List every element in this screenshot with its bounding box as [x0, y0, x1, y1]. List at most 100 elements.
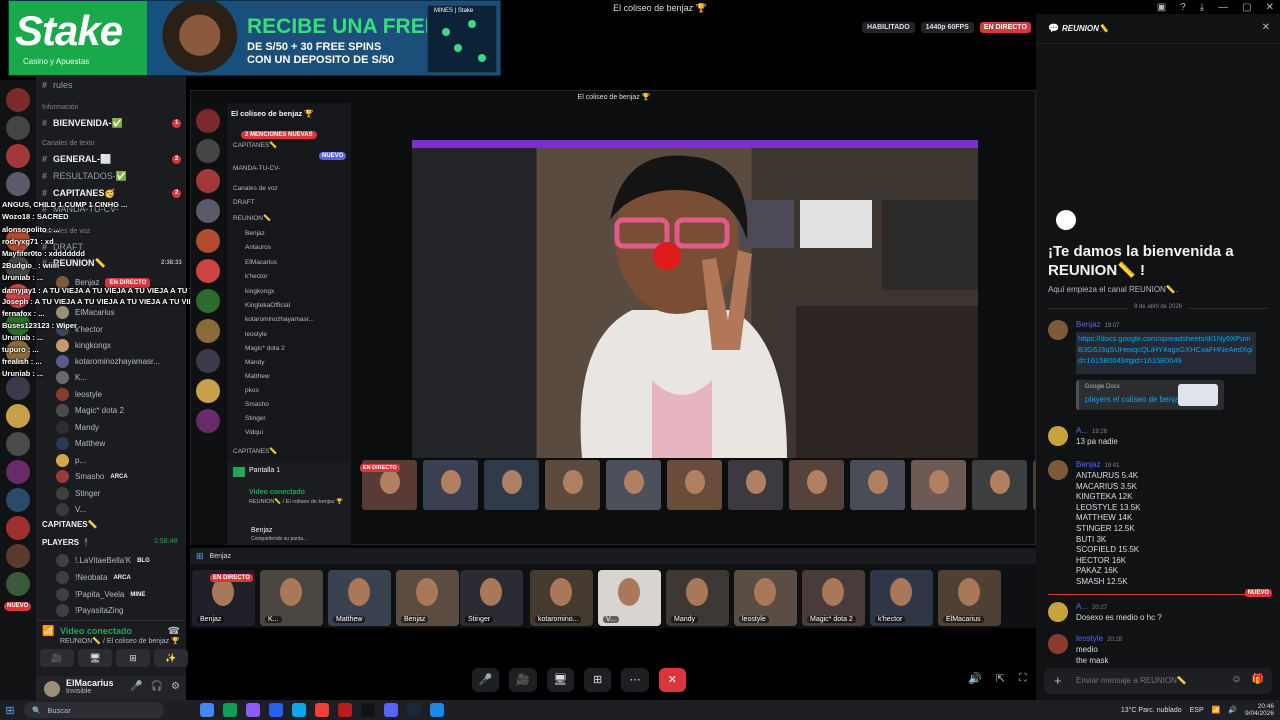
voice-user[interactable]: !.LaVitaeBella'K BLG: [56, 554, 150, 567]
download-icon[interactable]: ⤓: [1200, 2, 1204, 13]
taskbar-search[interactable]: 🔍 Buscar: [24, 702, 164, 718]
participant-tile[interactable]: Mandy: [666, 570, 729, 626]
voice-user[interactable]: !Neobata ARCA: [56, 571, 131, 584]
server-icon[interactable]: [6, 88, 30, 112]
disconnect-icon[interactable]: ☎: [168, 626, 180, 637]
headphones-icon[interactable]: 🎧: [151, 681, 163, 692]
avatar[interactable]: [1048, 602, 1068, 622]
participant-thumbnail[interactable]: [911, 460, 966, 510]
screen-share-toggle[interactable]: 🖥: [546, 668, 574, 692]
main-stream-video[interactable]: [412, 140, 978, 458]
participant-tile[interactable]: kotaromino...: [530, 570, 593, 626]
channel-item[interactable]: # CAPITANES🥳: [42, 188, 116, 199]
avatar[interactable]: [1048, 320, 1068, 340]
message-author[interactable]: Benjaz 19:07: [1076, 320, 1119, 329]
participant-thumbnail[interactable]: [972, 460, 1027, 510]
participant-thumbnail[interactable]: [667, 460, 722, 510]
message-link[interactable]: https://docs.google.com/spreadsheets/d/1…: [1076, 332, 1256, 374]
camera-toggle-button[interactable]: 🎥: [509, 668, 537, 692]
app-icon[interactable]: [338, 703, 352, 717]
server-icon[interactable]: [6, 572, 30, 596]
obs-icon[interactable]: [361, 703, 375, 717]
participant-thumbnail[interactable]: [789, 460, 844, 510]
close-chat-icon[interactable]: ✕: [1262, 22, 1270, 33]
mic-button[interactable]: 🎤: [472, 668, 500, 692]
voice-user[interactable]: V...: [56, 503, 86, 516]
avatar[interactable]: [44, 681, 60, 697]
avatar[interactable]: [1048, 460, 1068, 480]
popout-icon[interactable]: ⇱: [996, 672, 1005, 685]
participant-thumbnail[interactable]: [728, 460, 783, 510]
participant-tile[interactable]: Stinger: [460, 570, 523, 626]
channel-item[interactable]: # RESULTADOS-✅: [42, 171, 127, 182]
clock[interactable]: 20:46 9/04/2026: [1245, 703, 1274, 717]
voice-user[interactable]: Smasho ARCA: [56, 470, 128, 483]
emoji-icon[interactable]: ☺: [1231, 674, 1241, 685]
volume-icon[interactable]: 🔊: [968, 672, 982, 685]
app-icon[interactable]: [292, 703, 306, 717]
chrome-icon[interactable]: [315, 703, 329, 717]
leave-call-button[interactable]: ✕: [658, 668, 686, 692]
fullscreen-icon[interactable]: ⛶: [1019, 672, 1027, 685]
server-icon[interactable]: [6, 376, 30, 400]
server-icon[interactable]: [6, 172, 30, 196]
help-icon[interactable]: ?: [1180, 2, 1186, 13]
start-icon[interactable]: ⊞: [0, 704, 20, 717]
voice-user[interactable]: leostyle: [56, 388, 102, 401]
discord-icon[interactable]: [384, 703, 398, 717]
voice-user[interactable]: Magic* dota 2: [56, 404, 124, 417]
inbox-icon[interactable]: ▣: [1157, 2, 1166, 13]
link-embed[interactable]: Google Docs players el coliseo de benjaz: [1076, 380, 1224, 410]
participant-tile[interactable]: ElMacarius: [938, 570, 1001, 626]
weather-text[interactable]: 13°C Parc. nublado: [1121, 707, 1182, 714]
server-icon[interactable]: [6, 116, 30, 140]
gear-icon[interactable]: ⚙: [171, 681, 180, 692]
soundboard-button[interactable]: ✨: [154, 649, 188, 667]
plus-icon[interactable]: +: [1054, 673, 1062, 688]
app-icon[interactable]: [430, 703, 444, 717]
avatar[interactable]: [1048, 634, 1068, 654]
maximize-button[interactable]: ▢: [1242, 2, 1251, 13]
screen-share-button[interactable]: 🖥: [78, 649, 112, 667]
channel-item[interactable]: # rules: [42, 80, 73, 90]
speaker-icon[interactable]: 🔊: [1228, 706, 1237, 714]
server-icon[interactable]: [6, 488, 30, 512]
message-author[interactable]: A... 20:27: [1076, 602, 1107, 611]
participant-thumbnail[interactable]: [850, 460, 905, 510]
activities-toggle[interactable]: ⊞: [583, 668, 612, 692]
voice-user[interactable]: p...: [56, 454, 86, 467]
participant-tile[interactable]: Magic* dota 2: [802, 570, 865, 626]
server-icon[interactable]: [6, 432, 30, 456]
camera-button[interactable]: 🎥: [40, 649, 74, 667]
server-icon[interactable]: [6, 144, 30, 168]
server-icon[interactable]: [6, 460, 30, 484]
participant-tile[interactable]: V...: [598, 570, 661, 626]
voice-user[interactable]: !Papita_Veela MINE: [56, 588, 145, 601]
participant-tile[interactable]: k'hector: [870, 570, 933, 626]
message-author[interactable]: A... 19:26: [1076, 426, 1107, 435]
voice-user[interactable]: Stinger: [56, 487, 100, 500]
server-icon[interactable]: [6, 544, 30, 568]
message-author[interactable]: Benjaz 19:41: [1076, 460, 1119, 469]
app-icon[interactable]: [269, 703, 283, 717]
more-button[interactable]: ⋯: [621, 668, 649, 692]
participant-thumbnail[interactable]: [484, 460, 539, 510]
voice-user[interactable]: K...: [56, 371, 87, 384]
gift-icon[interactable]: 🎁: [1252, 674, 1264, 685]
participant-tile[interactable]: Matthew: [328, 570, 391, 626]
stake-ad-banner[interactable]: Stake Casino y Apuestas RECIBE UNA FREEB…: [8, 0, 501, 76]
steam-icon[interactable]: [407, 703, 421, 717]
app-icon[interactable]: [200, 703, 214, 717]
server-icon[interactable]: [6, 404, 30, 428]
voice-user[interactable]: ElMacarius: [56, 306, 115, 319]
participant-thumbnail[interactable]: [545, 460, 600, 510]
server-icon[interactable]: [6, 516, 30, 540]
participant-tile[interactable]: Benjaz: [396, 570, 459, 626]
close-button[interactable]: ✕: [1266, 2, 1274, 13]
channel-item[interactable]: # GENERAL-⬜: [42, 154, 111, 165]
mic-icon[interactable]: 🎤: [130, 681, 142, 692]
category-item[interactable]: CAPITANES📏: [42, 520, 98, 529]
activities-button[interactable]: ⊞: [116, 649, 150, 667]
embed-title[interactable]: players el coliseo de benjaz: [1085, 395, 1183, 404]
voice-user[interactable]: Mandy: [56, 421, 99, 434]
